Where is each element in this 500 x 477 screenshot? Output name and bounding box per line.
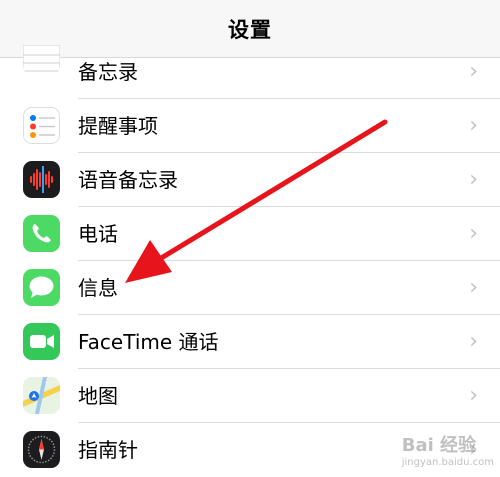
reminders-icon <box>23 107 60 144</box>
chevron-right-icon: › <box>469 275 478 300</box>
watermark: Bai 经验 jingyan.baidu.com <box>402 431 494 468</box>
settings-item-notes[interactable]: 备忘录 › <box>0 45 500 99</box>
settings-item-label: 备忘录 <box>78 60 138 84</box>
chevron-right-icon: › <box>469 59 478 84</box>
chevron-right-icon: › <box>469 167 478 192</box>
settings-item-messages[interactable]: 信息 › <box>0 261 500 315</box>
voice-memos-icon <box>23 161 60 198</box>
chevron-right-icon: › <box>469 221 478 246</box>
compass-icon <box>23 431 60 468</box>
settings-item-voice-memos[interactable]: 语音备忘录 › <box>0 153 500 207</box>
phone-icon <box>23 215 60 252</box>
settings-item-label: 信息 <box>78 276 118 300</box>
settings-item-maps[interactable]: 地图 › <box>0 369 500 423</box>
settings-item-label: 电话 <box>78 222 118 246</box>
watermark-text: Bai 经验 <box>401 435 477 456</box>
settings-item-reminders[interactable]: 提醒事项 › <box>0 99 500 153</box>
chevron-right-icon: › <box>469 113 478 138</box>
settings-item-label: 地图 <box>78 384 118 408</box>
settings-item-phone[interactable]: 电话 › <box>0 207 500 261</box>
settings-item-label: FaceTime 通话 <box>78 330 219 354</box>
maps-icon <box>23 377 60 414</box>
settings-item-facetime[interactable]: FaceTime 通话 › <box>0 315 500 369</box>
watermark-url: jingyan.baidu.com <box>401 457 494 468</box>
chevron-right-icon: › <box>469 383 478 408</box>
messages-icon <box>23 269 60 306</box>
page-title: 设置 <box>228 17 272 42</box>
notes-icon <box>23 45 60 75</box>
settings-item-label: 语音备忘录 <box>78 168 178 192</box>
settings-item-label: 指南针 <box>78 438 138 462</box>
chevron-right-icon: › <box>469 329 478 354</box>
facetime-icon <box>23 323 60 360</box>
settings-item-label: 提醒事项 <box>78 114 158 138</box>
